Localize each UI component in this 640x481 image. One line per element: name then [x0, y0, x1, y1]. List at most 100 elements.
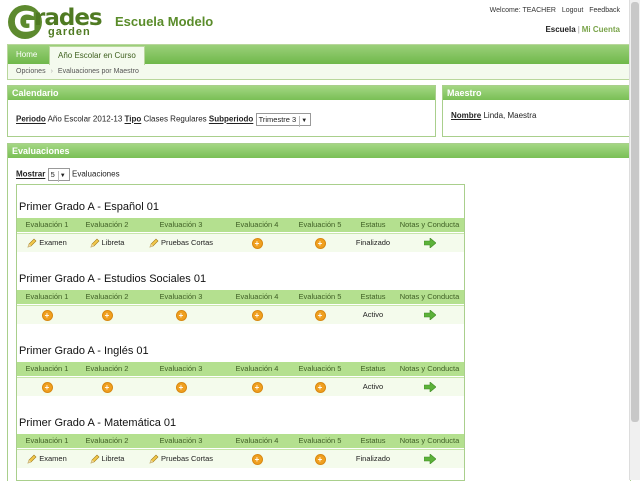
- eval-cell[interactable]: +: [225, 234, 289, 252]
- logout-link[interactable]: Logout: [562, 7, 583, 14]
- periodo-value: Año Escolar 2012-13: [47, 114, 123, 124]
- pencil-icon: [149, 238, 161, 248]
- evaluaciones-title: Evaluaciones: [8, 144, 630, 158]
- status-text: Activo: [362, 382, 384, 391]
- course-block: Primer Grado A - Inglés 01 Evaluación 1 Ev…: [17, 329, 464, 401]
- status-text: Finalizado: [355, 238, 391, 247]
- table-row: Examen Libreta Pruebas Cortas + + Finalizado: [17, 233, 464, 252]
- eval-cell[interactable]: +: [289, 450, 351, 468]
- course-title: Primer Grado A - Español 01: [19, 201, 160, 213]
- eval-cell[interactable]: Pruebas Cortas: [137, 234, 225, 252]
- mi-cuenta-link[interactable]: Mi Cuenta: [582, 25, 620, 34]
- periodo-label: Periodo: [16, 114, 46, 124]
- feedback-link[interactable]: Feedback: [589, 7, 620, 14]
- add-icon[interactable]: +: [251, 309, 263, 321]
- eval-cell[interactable]: +: [225, 378, 289, 396]
- breadcrumb: Opciones › Evaluaciones por Maestro: [16, 68, 139, 75]
- add-icon[interactable]: +: [314, 381, 326, 393]
- scrollbar-thumb[interactable]: [631, 2, 639, 422]
- pencil-icon: [90, 238, 102, 248]
- eval-cell[interactable]: Libreta: [77, 450, 137, 468]
- breadcrumb-opciones[interactable]: Opciones: [16, 68, 46, 75]
- table-row: Examen Libreta Pruebas Cortas + + Finalizado: [17, 449, 464, 468]
- header: G rades garden Escuela Modelo Welcome: T…: [0, 0, 630, 44]
- eval-cell[interactable]: +: [77, 306, 137, 324]
- add-icon[interactable]: +: [41, 309, 53, 321]
- tab-home[interactable]: Home: [8, 46, 45, 64]
- eval-cell[interactable]: +: [225, 306, 289, 324]
- breadcrumb-evaluaciones: Evaluaciones por Maestro: [57, 68, 139, 75]
- mostrar-label: Mostrar: [16, 169, 46, 179]
- eval-cell[interactable]: +: [137, 306, 225, 324]
- course-title: Primer Grado A - Inglés 01: [19, 345, 149, 357]
- arrow-right-icon[interactable]: [395, 234, 464, 252]
- eval-label: Libreta: [101, 454, 125, 463]
- course-block: Primer Grado A - Español 01 Evaluación 1E…: [17, 185, 464, 257]
- eval-cell[interactable]: Pruebas Cortas: [137, 450, 225, 468]
- eval-cell[interactable]: Libreta: [77, 234, 137, 252]
- eval-label: Libreta: [101, 238, 125, 247]
- eval-cell[interactable]: Examen: [17, 234, 77, 252]
- add-icon[interactable]: +: [41, 381, 53, 393]
- eval-cell[interactable]: +: [77, 378, 137, 396]
- subperiodo-select[interactable]: Trimestre 3 ▼: [255, 113, 312, 127]
- add-icon[interactable]: +: [314, 309, 326, 321]
- account-switch: Escuela | Mi Cuenta: [545, 25, 620, 34]
- add-icon[interactable]: +: [251, 237, 263, 249]
- table-header: Evaluación 1 Evaluación 2 Evaluación 3 Eval…: [17, 434, 464, 448]
- school-name: Escuela Modelo: [115, 14, 214, 29]
- eval-cell[interactable]: Examen: [17, 450, 77, 468]
- column-header: Evaluación 3: [159, 220, 203, 229]
- chevron-down-icon: ▼: [57, 171, 67, 182]
- column-header: Notas y Conducta: [399, 436, 460, 445]
- arrow-right-icon[interactable]: [395, 450, 464, 468]
- add-icon[interactable]: +: [314, 453, 326, 465]
- status-text: Activo: [362, 310, 384, 319]
- add-icon[interactable]: +: [251, 453, 263, 465]
- add-icon[interactable]: +: [175, 309, 187, 321]
- tab-ano-escolar[interactable]: Año Escolar en Curso: [49, 46, 145, 65]
- column-header: Evaluación 5: [298, 220, 342, 229]
- mostrar-value: 5: [50, 170, 55, 179]
- eval-cell[interactable]: +: [289, 234, 351, 252]
- column-header: Estatus: [360, 292, 386, 301]
- table-row: + + + + + Activo: [17, 377, 464, 396]
- vertical-scrollbar[interactable]: [629, 0, 640, 480]
- pencil-icon: [27, 238, 39, 248]
- column-header: Evaluación 3: [159, 436, 203, 445]
- column-header: Estatus: [360, 364, 386, 373]
- course-title: Primer Grado A - Matemática 01: [19, 417, 177, 429]
- pencil-icon: [149, 454, 161, 464]
- add-icon[interactable]: +: [314, 237, 326, 249]
- eval-cell[interactable]: +: [17, 378, 77, 396]
- grades-garden-logo[interactable]: G rades garden: [8, 5, 106, 39]
- eval-cell[interactable]: +: [225, 450, 289, 468]
- column-header: Evaluación 2: [85, 364, 129, 373]
- table-header: Evaluación 1 Evaluación 2 Evaluación 3 Eval…: [17, 362, 464, 376]
- eval-label: Examen: [39, 454, 67, 463]
- eval-cell[interactable]: +: [289, 378, 351, 396]
- column-header: Evaluación 1: [25, 292, 69, 301]
- courses-list: Primer Grado A - Español 01 Evaluación 1E…: [16, 184, 465, 481]
- add-icon[interactable]: +: [101, 381, 113, 393]
- add-icon[interactable]: +: [175, 381, 187, 393]
- top-links: Welcome: TEACHER Logout Feedback: [486, 7, 620, 14]
- arrow-right-icon[interactable]: [395, 378, 464, 396]
- status-text: Finalizado: [355, 454, 391, 463]
- account-current[interactable]: Escuela: [545, 25, 575, 34]
- add-icon[interactable]: +: [101, 309, 113, 321]
- mostrar-suffix: Evaluaciones: [71, 169, 120, 179]
- table-header: Evaluación 1 Evaluación 2 Evaluación 3 Eval…: [17, 218, 464, 232]
- mostrar-select[interactable]: 5 ▼: [47, 168, 70, 182]
- eval-cell[interactable]: +: [17, 306, 77, 324]
- eval-cell[interactable]: +: [137, 378, 225, 396]
- tipo-label: Tipo: [124, 114, 142, 124]
- chevron-down-icon: ▼: [299, 116, 308, 127]
- arrow-right-icon[interactable]: [395, 306, 464, 324]
- eval-label: Examen: [39, 238, 67, 247]
- mostrar-control: Mostrar 5 ▼ Evaluaciones: [16, 168, 120, 182]
- column-header: Evaluación 1: [25, 436, 69, 445]
- column-header: Notas y Conducta: [399, 220, 460, 229]
- add-icon[interactable]: +: [251, 381, 263, 393]
- eval-cell[interactable]: +: [289, 306, 351, 324]
